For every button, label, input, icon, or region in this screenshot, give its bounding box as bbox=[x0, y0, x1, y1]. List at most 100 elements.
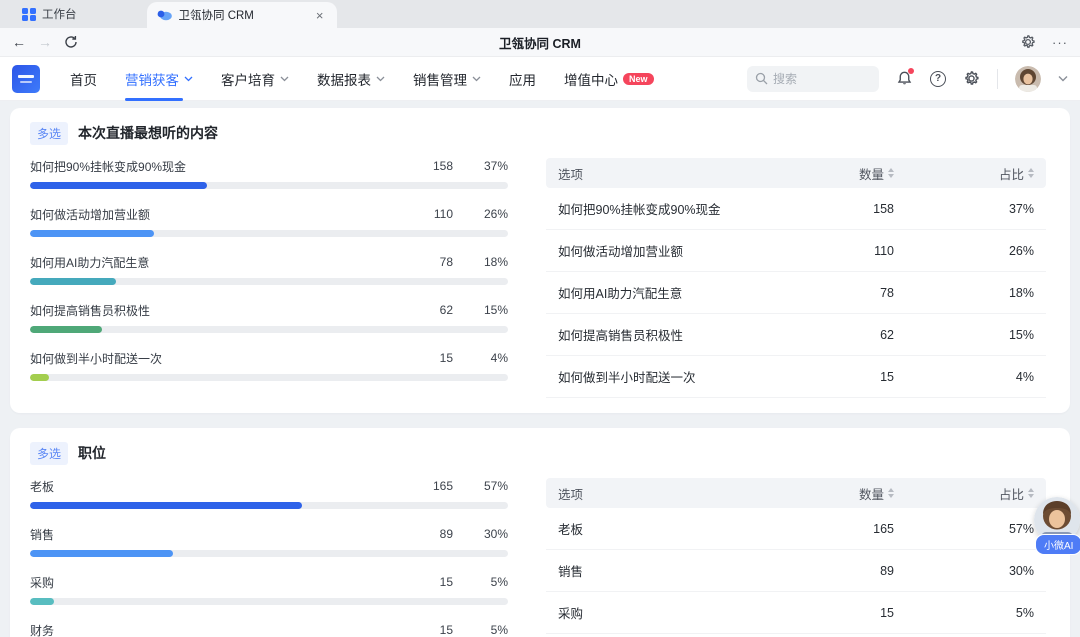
bar-item: 销售8930% bbox=[30, 526, 508, 557]
cell-count: 110 bbox=[784, 244, 894, 258]
table-row: 采购155% bbox=[546, 592, 1046, 634]
cell-count: 165 bbox=[784, 522, 894, 536]
result-table: 选项 数量 占比 老板16557%销售8930%采购155%财务155% bbox=[546, 478, 1046, 637]
refresh-icon bbox=[64, 35, 78, 49]
nav-item-4[interactable]: 销售管理 bbox=[399, 57, 495, 101]
cell-percent: 4% bbox=[894, 370, 1034, 384]
header-percent-label: 占比 bbox=[999, 164, 1024, 183]
notifications-button[interactable] bbox=[896, 70, 913, 87]
window-settings-button[interactable] bbox=[1020, 34, 1036, 50]
cell-count: 62 bbox=[784, 328, 894, 342]
browser-tab-crm[interactable]: 卫瓴协同 CRM × bbox=[147, 2, 337, 28]
table-row: 销售8930% bbox=[546, 550, 1046, 592]
nav-item-label: 数据报表 bbox=[317, 69, 371, 89]
option-count: 110 bbox=[383, 207, 453, 221]
search-input[interactable] bbox=[773, 72, 863, 86]
nav-item-3[interactable]: 数据报表 bbox=[303, 57, 399, 101]
table-row: 如何提高销售员积极性6215% bbox=[546, 314, 1046, 356]
nav-item-label: 销售管理 bbox=[413, 69, 467, 89]
option-label: 财务 bbox=[30, 622, 383, 637]
workspace-label: 工作台 bbox=[42, 6, 77, 22]
survey-card-1: 多选 本次直播最想听的内容 如何把90%挂帐变成90%现金15837%如何做活动… bbox=[10, 108, 1070, 413]
option-percent: 26% bbox=[453, 207, 508, 221]
favicon-icon bbox=[157, 9, 172, 21]
bar-fill bbox=[30, 550, 173, 557]
bar-track bbox=[30, 598, 508, 605]
nav-item-6[interactable]: 增值中心New bbox=[550, 57, 668, 101]
option-percent: 37% bbox=[453, 159, 508, 173]
cell-option: 如何做到半小时配送一次 bbox=[558, 367, 784, 386]
option-percent: 5% bbox=[453, 623, 508, 637]
header-percent-sort[interactable]: 占比 bbox=[894, 484, 1034, 503]
header-percent-sort[interactable]: 占比 bbox=[894, 164, 1034, 183]
bar-track bbox=[30, 502, 508, 509]
cell-count: 15 bbox=[784, 606, 894, 620]
header-option: 选项 bbox=[558, 484, 784, 503]
bar-item: 如何提高销售员积极性6215% bbox=[30, 302, 508, 333]
bar-item: 财务155% bbox=[30, 622, 508, 637]
option-count: 89 bbox=[383, 527, 453, 541]
browser-toolbar: ← → 卫瓴协同 CRM ··· bbox=[0, 28, 1080, 57]
cell-count: 78 bbox=[784, 286, 894, 300]
nav-item-label: 增值中心 bbox=[564, 69, 618, 89]
cell-percent: 26% bbox=[894, 244, 1034, 258]
option-label: 如何做活动增加营业额 bbox=[30, 206, 383, 223]
back-button[interactable]: ← bbox=[6, 34, 32, 50]
bar-item: 采购155% bbox=[30, 574, 508, 605]
nav-item-1[interactable]: 营销获客 bbox=[111, 57, 207, 101]
nav-item-5[interactable]: 应用 bbox=[495, 57, 550, 101]
account-menu-button[interactable] bbox=[1058, 75, 1068, 82]
section-title: 本次直播最想听的内容 bbox=[78, 123, 218, 143]
option-count: 15 bbox=[383, 351, 453, 365]
cell-option: 如何做活动增加营业额 bbox=[558, 241, 784, 260]
user-avatar[interactable] bbox=[1015, 66, 1041, 92]
forward-button[interactable]: → bbox=[32, 34, 58, 50]
help-button[interactable]: ? bbox=[930, 71, 946, 87]
option-label: 老板 bbox=[30, 478, 383, 495]
page-title: 卫瓴协同 CRM bbox=[0, 33, 1080, 52]
help-icon: ? bbox=[930, 71, 946, 87]
sort-icon bbox=[1028, 168, 1034, 178]
ai-assistant-widget[interactable]: 小微AI bbox=[1034, 497, 1080, 543]
bar-fill bbox=[30, 326, 102, 333]
refresh-button[interactable] bbox=[64, 35, 78, 49]
more-icon[interactable]: ··· bbox=[1052, 35, 1068, 50]
option-label: 如何把90%挂帐变成90%现金 bbox=[30, 158, 383, 175]
survey-card-2: 多选 职位 老板16557%销售8930%采购155%财务155% 选项 数量 … bbox=[10, 428, 1070, 637]
option-count: 78 bbox=[383, 255, 453, 269]
chevron-down-icon bbox=[184, 76, 193, 82]
cell-percent: 5% bbox=[894, 606, 1034, 620]
nav-item-0[interactable]: 首页 bbox=[56, 57, 111, 101]
header-count-sort[interactable]: 数量 bbox=[784, 484, 894, 503]
bar-item: 如何把90%挂帐变成90%现金15837% bbox=[30, 158, 508, 189]
browser-tab-strip: 工作台 卫瓴协同 CRM × bbox=[0, 0, 1080, 28]
cell-percent: 37% bbox=[894, 202, 1034, 216]
settings-button[interactable] bbox=[963, 70, 980, 87]
cell-option: 采购 bbox=[558, 603, 784, 622]
search-box[interactable] bbox=[747, 66, 879, 92]
bar-track bbox=[30, 550, 508, 557]
chevron-down-icon bbox=[1058, 75, 1068, 82]
cell-count: 15 bbox=[784, 370, 894, 384]
option-count: 62 bbox=[383, 303, 453, 317]
workspace-tab[interactable]: 工作台 bbox=[8, 0, 91, 28]
option-label: 采购 bbox=[30, 574, 383, 591]
bar-chart: 老板16557%销售8930%采购155%财务155% bbox=[30, 478, 508, 637]
nav-item-2[interactable]: 客户培育 bbox=[207, 57, 303, 101]
nav-item-label: 营销获客 bbox=[125, 69, 179, 89]
cell-option: 如何提高销售员积极性 bbox=[558, 325, 784, 344]
gear-icon bbox=[963, 70, 980, 87]
chevron-down-icon bbox=[280, 76, 289, 82]
close-icon[interactable]: × bbox=[313, 8, 327, 23]
multi-select-badge: 多选 bbox=[30, 442, 68, 465]
bar-track bbox=[30, 182, 508, 189]
cell-option: 老板 bbox=[558, 519, 784, 538]
bar-track bbox=[30, 278, 508, 285]
table-row: 如何做到半小时配送一次154% bbox=[546, 356, 1046, 398]
bar-fill bbox=[30, 230, 154, 237]
header-count-sort[interactable]: 数量 bbox=[784, 164, 894, 183]
header-count-label: 数量 bbox=[859, 164, 884, 183]
bar-chart: 如何把90%挂帐变成90%现金15837%如何做活动增加营业额11026%如何用… bbox=[30, 158, 508, 398]
bar-track bbox=[30, 326, 508, 333]
section-title: 职位 bbox=[78, 443, 106, 463]
